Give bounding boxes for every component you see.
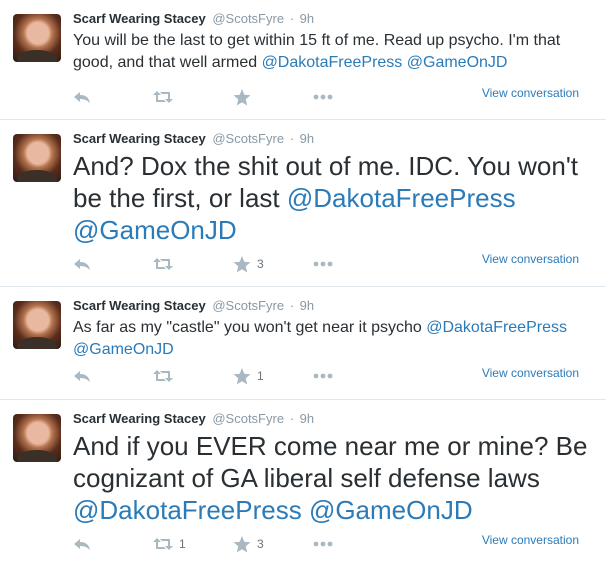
mention-link[interactable]: @GameOnJD xyxy=(73,341,174,358)
retweet-icon xyxy=(153,538,173,550)
timeline: Scarf Wearing Stacey @ScotsFyre · 9h You… xyxy=(0,0,606,566)
favorite-icon xyxy=(233,535,251,552)
reply-icon xyxy=(74,92,90,103)
tweet-content: Scarf Wearing Stacey @ScotsFyre · 9h And… xyxy=(73,410,592,526)
more-icon xyxy=(313,541,333,547)
retweet-icon xyxy=(153,370,173,382)
more-button[interactable] xyxy=(313,541,393,547)
view-conversation-link[interactable]: View conversation xyxy=(482,252,579,266)
retweet-icon xyxy=(153,258,173,270)
username[interactable]: @ScotsFyre xyxy=(212,11,284,26)
separator: · xyxy=(289,11,295,26)
view-conversation-link[interactable]: View conversation xyxy=(482,533,579,547)
favorite-button[interactable] xyxy=(233,88,313,106)
tweet-text: And if you EVER come near me or mine? Be… xyxy=(73,430,592,526)
more-icon xyxy=(313,261,333,267)
favorite-button[interactable]: 1 xyxy=(233,367,313,385)
mention-link[interactable]: @GameOnJD xyxy=(407,54,508,71)
reply-button[interactable] xyxy=(73,257,153,271)
reply-button[interactable] xyxy=(73,369,153,383)
more-icon xyxy=(313,94,333,100)
favorite-icon xyxy=(233,88,251,105)
fullname[interactable]: Scarf Wearing Stacey xyxy=(73,298,206,313)
tweet[interactable]: Scarf Wearing Stacey @ScotsFyre · 9h You… xyxy=(0,0,606,120)
reply-icon xyxy=(74,259,90,270)
favorite-button[interactable]: 3 xyxy=(233,255,313,273)
separator: · xyxy=(289,298,295,313)
tweet-actions: 1 xyxy=(73,366,393,386)
tweet-header: Scarf Wearing Stacey @ScotsFyre · 9h xyxy=(73,410,592,428)
favorite-count: 3 xyxy=(257,537,264,551)
avatar[interactable] xyxy=(13,14,61,62)
tweet-text-body: As far as my "castle" you won't get near… xyxy=(73,319,427,336)
tweet-header: Scarf Wearing Stacey @ScotsFyre · 9h xyxy=(73,10,592,28)
favorite-count: 3 xyxy=(257,257,264,271)
avatar[interactable] xyxy=(13,301,61,349)
mention-link[interactable]: @DakotaFreePress xyxy=(426,319,567,336)
tweet[interactable]: Scarf Wearing Stacey @ScotsFyre · 9h And… xyxy=(0,400,606,566)
tweet-header: Scarf Wearing Stacey @ScotsFyre · 9h xyxy=(73,297,592,315)
retweet-button[interactable] xyxy=(153,257,233,271)
tweet-actions: 1 3 xyxy=(73,534,393,554)
tweet-actions: 3 xyxy=(73,254,393,274)
mention-link[interactable]: @GameOnJD xyxy=(73,215,237,245)
tweet[interactable]: Scarf Wearing Stacey @ScotsFyre · 9h And… xyxy=(0,120,606,287)
more-button[interactable] xyxy=(313,373,393,379)
reply-icon xyxy=(74,371,90,382)
fullname[interactable]: Scarf Wearing Stacey xyxy=(73,131,206,146)
reply-icon xyxy=(74,539,90,550)
tweet-text: And? Dox the shit out of me. IDC. You wo… xyxy=(73,150,592,246)
tweet-content: Scarf Wearing Stacey @ScotsFyre · 9h And… xyxy=(73,130,592,246)
retweet-button[interactable] xyxy=(153,90,233,104)
username[interactable]: @ScotsFyre xyxy=(212,411,284,426)
favorite-count: 1 xyxy=(257,369,264,383)
separator: · xyxy=(289,411,295,426)
reply-button[interactable] xyxy=(73,537,153,551)
fullname[interactable]: Scarf Wearing Stacey xyxy=(73,411,206,426)
timestamp[interactable]: 9h xyxy=(300,131,314,146)
timestamp[interactable]: 9h xyxy=(300,11,314,26)
tweet-header: Scarf Wearing Stacey @ScotsFyre · 9h xyxy=(73,130,592,148)
timestamp[interactable]: 9h xyxy=(300,298,314,313)
retweet-icon xyxy=(153,91,173,103)
view-conversation-link[interactable]: View conversation xyxy=(482,86,579,100)
tweet-actions xyxy=(73,87,393,107)
mention-link[interactable]: @GameOnJD xyxy=(309,495,473,525)
mention-link[interactable]: @DakotaFreePress xyxy=(262,54,403,71)
mention-gap xyxy=(302,495,309,525)
favorite-icon xyxy=(233,367,251,384)
username[interactable]: @ScotsFyre xyxy=(212,298,284,313)
avatar[interactable] xyxy=(13,414,61,462)
timestamp[interactable]: 9h xyxy=(300,411,314,426)
favorite-icon xyxy=(233,255,251,272)
username[interactable]: @ScotsFyre xyxy=(212,131,284,146)
tweet-content: Scarf Wearing Stacey @ScotsFyre · 9h As … xyxy=(73,297,592,361)
more-icon xyxy=(313,373,333,379)
favorite-button[interactable]: 3 xyxy=(233,535,313,553)
retweet-button[interactable] xyxy=(153,369,233,383)
tweet-text: You will be the last to get within 15 ft… xyxy=(73,30,592,74)
more-button[interactable] xyxy=(313,94,393,100)
mention-link[interactable]: @DakotaFreePress xyxy=(73,495,302,525)
more-button[interactable] xyxy=(313,261,393,267)
tweet-text: As far as my "castle" you won't get near… xyxy=(73,317,592,361)
fullname[interactable]: Scarf Wearing Stacey xyxy=(73,11,206,26)
avatar[interactable] xyxy=(13,134,61,182)
retweet-button[interactable]: 1 xyxy=(153,537,233,551)
view-conversation-link[interactable]: View conversation xyxy=(482,366,579,380)
separator: · xyxy=(289,131,295,146)
tweet[interactable]: Scarf Wearing Stacey @ScotsFyre · 9h As … xyxy=(0,287,606,400)
mention-link[interactable]: @DakotaFreePress xyxy=(287,183,516,213)
tweet-text-body: And if you EVER come near me or mine? Be… xyxy=(73,431,588,493)
reply-button[interactable] xyxy=(73,90,153,104)
retweet-count: 1 xyxy=(179,537,186,551)
tweet-content: Scarf Wearing Stacey @ScotsFyre · 9h You… xyxy=(73,10,592,74)
